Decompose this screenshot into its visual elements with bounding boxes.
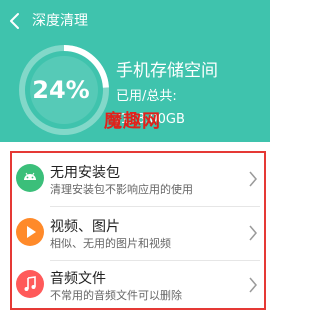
- item-title: 无用安装包: [50, 165, 120, 181]
- chevron-right-icon: [249, 171, 257, 187]
- music-note-icon: [16, 270, 44, 298]
- storage-header: 深度清理 24% 手机存储空间 已用/总共: /128.00GB 魔趣网: [0, 0, 270, 142]
- item-subtitle: 不常用的音频文件可以删除: [50, 289, 182, 302]
- page-title: 深度清理: [32, 13, 88, 29]
- play-icon: [16, 218, 44, 246]
- chevron-left-icon[interactable]: [6, 12, 24, 30]
- android-icon: [16, 164, 44, 192]
- cleanup-category-list: 无用安装包 清理安装包不影响应用的使用 视频、图片 相似、无用的图片和视频 音频…: [10, 151, 266, 310]
- usage-percent: 24%: [32, 76, 90, 104]
- list-item-videos-images[interactable]: 视频、图片 相似、无用的图片和视频: [12, 207, 264, 259]
- item-subtitle: 清理安装包不影响应用的使用: [50, 183, 193, 196]
- used-total-label: 已用/总共:: [116, 89, 177, 104]
- top-bar: 深度清理: [0, 0, 270, 42]
- chevron-right-icon: [249, 277, 257, 293]
- list-item-apk[interactable]: 无用安装包 清理安装包不影响应用的使用: [12, 153, 264, 205]
- storage-title: 手机存储空间: [116, 61, 218, 81]
- chevron-right-icon: [249, 225, 257, 241]
- item-subtitle: 相似、无用的图片和视频: [50, 237, 171, 250]
- list-item-audio[interactable]: 音频文件 不常用的音频文件可以删除: [12, 259, 264, 311]
- watermark: 魔趣网: [104, 111, 161, 132]
- item-title: 视频、图片: [50, 219, 120, 235]
- item-title: 音频文件: [50, 271, 106, 287]
